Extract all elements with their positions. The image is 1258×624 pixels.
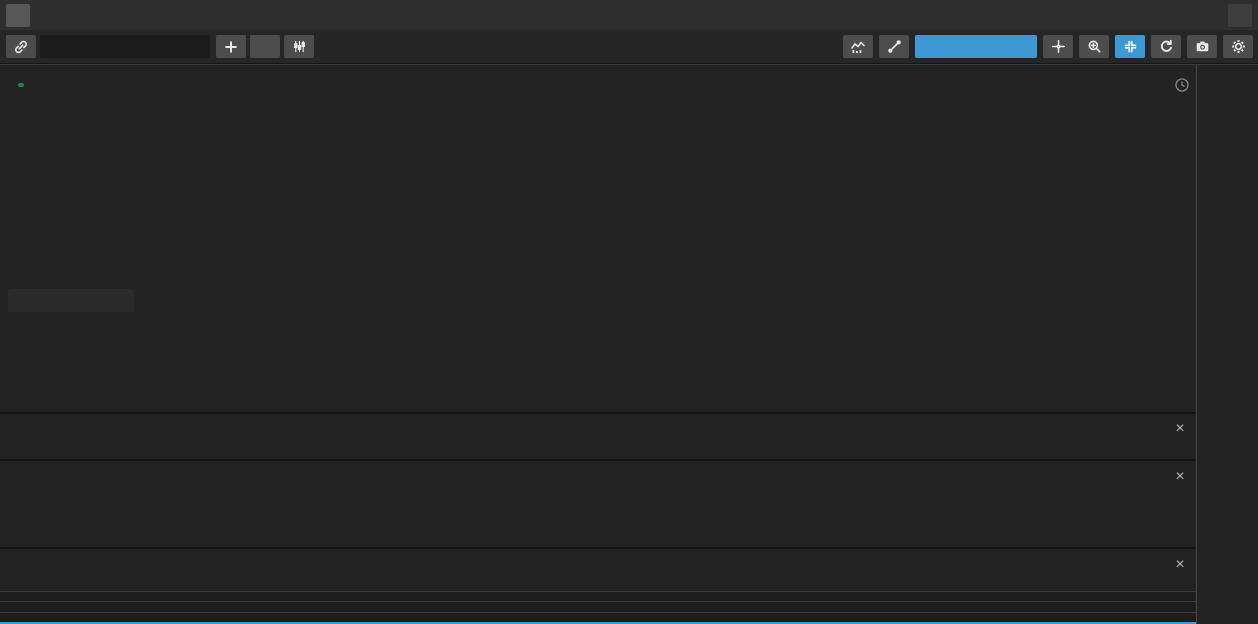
crosshair-icon xyxy=(1051,39,1066,54)
refresh-icon xyxy=(1159,39,1174,54)
transaction-button[interactable] xyxy=(915,35,1037,58)
main-chart-header xyxy=(12,77,48,91)
search-input[interactable] xyxy=(51,41,207,53)
chart-type-button[interactable] xyxy=(843,35,873,58)
rsi-panel-header xyxy=(13,472,35,486)
sliders-icon xyxy=(292,39,307,54)
mom-indicator-chart[interactable] xyxy=(0,414,1196,459)
refresh-button[interactable] xyxy=(1151,35,1181,58)
close-rsi-panel-button[interactable]: × xyxy=(1172,469,1188,485)
screenshot-button[interactable] xyxy=(1187,35,1217,58)
zoom-in-button[interactable] xyxy=(1079,35,1109,58)
price-axis-column[interactable] xyxy=(1196,65,1258,624)
close-mom-panel-button[interactable]: × xyxy=(1172,421,1188,437)
volume-chart[interactable] xyxy=(0,549,1196,591)
chart-toolbar xyxy=(0,30,1258,64)
add-remove-charts-button[interactable] xyxy=(1228,4,1252,27)
month-axis-row xyxy=(0,612,1196,622)
top-bar xyxy=(0,0,1258,30)
chart-type-icon xyxy=(850,39,866,55)
add-instrument-button[interactable] xyxy=(216,35,246,58)
crosshair-button[interactable] xyxy=(1043,35,1073,58)
chart-area: × × × xyxy=(0,64,1258,624)
ohlc-tooltip xyxy=(8,289,134,312)
volume-panel-header xyxy=(13,560,35,574)
collapse-arrows-icon xyxy=(1123,39,1138,54)
indicator-settings-button[interactable] xyxy=(284,35,314,58)
mom-panel-header xyxy=(13,423,35,437)
trend-line-button[interactable] xyxy=(879,35,909,58)
instrument-search[interactable] xyxy=(40,35,210,58)
link-button[interactable] xyxy=(6,35,36,58)
equity-type-badge xyxy=(18,83,24,87)
fit-chart-button[interactable] xyxy=(1115,35,1145,58)
plus-icon xyxy=(224,40,238,54)
restore-button[interactable] xyxy=(6,4,30,27)
clock-icon[interactable] xyxy=(1174,77,1190,93)
trend-line-icon xyxy=(887,39,902,54)
gear-icon xyxy=(1231,39,1246,54)
close-volume-panel-button[interactable]: × xyxy=(1172,557,1188,573)
trading-platform-window: × × × xyxy=(0,0,1258,624)
rsi-indicator-chart[interactable] xyxy=(0,461,1196,547)
main-price-chart[interactable] xyxy=(0,67,1196,412)
indicative-price-row xyxy=(0,591,1196,601)
link-icon xyxy=(13,39,29,55)
timeframe-button[interactable] xyxy=(250,35,280,58)
zoom-in-icon xyxy=(1087,39,1102,54)
settings-button[interactable] xyxy=(1223,35,1253,58)
camera-icon xyxy=(1195,39,1210,54)
date-axis-row xyxy=(0,601,1196,612)
